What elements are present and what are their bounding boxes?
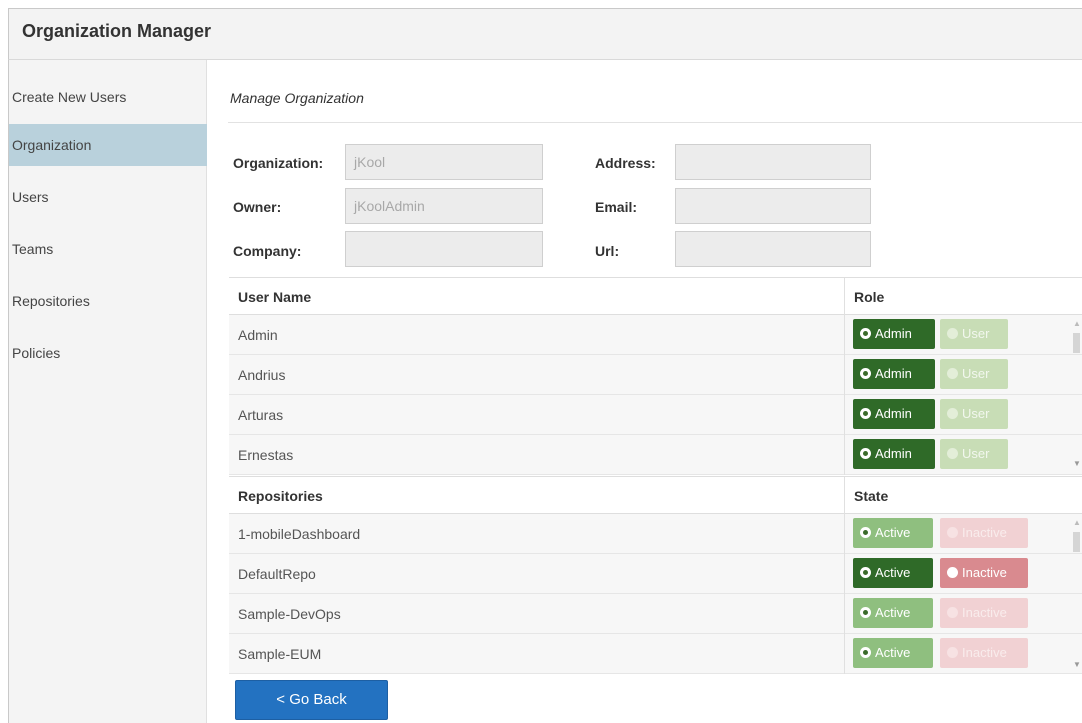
email-label: Email: xyxy=(595,199,638,215)
role-user-toggle[interactable]: User xyxy=(940,439,1008,469)
radio-empty-icon xyxy=(947,368,958,379)
header-bar: Organization Manager xyxy=(8,8,1082,60)
user-name-cell: Arturas xyxy=(238,407,284,423)
radio-empty-icon xyxy=(947,527,958,538)
radio-selected-icon xyxy=(860,448,871,459)
role-user-toggle[interactable]: User xyxy=(940,399,1008,429)
organization-label: Organization: xyxy=(233,155,324,171)
state-inactive-toggle[interactable]: Inactive xyxy=(940,598,1028,628)
scroll-up-icon: ▲ xyxy=(1073,518,1081,527)
sidebar-item-policies[interactable]: Policies xyxy=(9,332,207,374)
user-name-cell: Ernestas xyxy=(238,447,294,463)
state-active-toggle[interactable]: Active xyxy=(853,518,933,548)
sidebar-item-repositories[interactable]: Repositories xyxy=(9,280,207,322)
sidebar-item-organization[interactable]: Organization xyxy=(9,124,207,166)
users-table-header: User Name Role xyxy=(229,277,1082,316)
radio-empty-icon xyxy=(947,328,958,339)
radio-empty-icon xyxy=(947,448,958,459)
users-table: User Name Role Admin Admin User Andrius … xyxy=(229,277,1082,475)
app-title: Organization Manager xyxy=(22,21,212,41)
email-field[interactable] xyxy=(675,188,871,224)
repository-name-cell: DefaultRepo xyxy=(238,566,316,582)
organization-field[interactable]: jKool xyxy=(345,144,543,180)
radio-selected-icon xyxy=(860,567,871,578)
table-row: Arturas Admin User xyxy=(229,395,1082,435)
repositories-scrollbar[interactable]: ▲ ▼ xyxy=(1071,518,1081,676)
page-title: Manage Organization xyxy=(230,90,364,106)
role-admin-toggle[interactable]: Admin xyxy=(853,319,935,349)
scroll-down-icon[interactable]: ▼ xyxy=(1073,660,1081,669)
radio-selected-icon xyxy=(860,647,871,658)
role-admin-toggle[interactable]: Admin xyxy=(853,399,935,429)
user-name-cell: Andrius xyxy=(238,367,286,383)
repositories-table-header: Repositories State xyxy=(229,476,1082,515)
state-inactive-toggle[interactable]: Inactive xyxy=(940,638,1028,668)
sidebar-item-create-new-users[interactable]: Create New Users xyxy=(9,76,207,118)
repositories-column-header: Repositories xyxy=(238,488,323,504)
radio-empty-icon xyxy=(947,408,958,419)
radio-selected-icon xyxy=(860,408,871,419)
scroll-down-icon[interactable]: ▼ xyxy=(1073,459,1081,468)
table-row: Sample-EUM Active Inactive xyxy=(229,634,1082,674)
role-admin-toggle[interactable]: Admin xyxy=(853,359,935,389)
repository-name-cell: Sample-EUM xyxy=(238,646,322,662)
sidebar-item-users[interactable]: Users xyxy=(9,176,207,218)
user-name-cell: Admin xyxy=(238,327,278,343)
company-label: Company: xyxy=(233,243,302,259)
role-admin-toggle[interactable]: Admin xyxy=(853,439,935,469)
repository-name-cell: 1-mobileDashboard xyxy=(238,526,361,542)
table-row: Admin Admin User xyxy=(229,315,1082,355)
table-row: Andrius Admin User xyxy=(229,355,1082,395)
username-column-header: User Name xyxy=(238,289,312,305)
company-field[interactable] xyxy=(345,231,543,267)
radio-selected-icon xyxy=(860,527,871,538)
users-scrollbar[interactable]: ▲ ▼ xyxy=(1071,319,1081,474)
role-column-header: Role xyxy=(854,289,885,305)
address-field[interactable] xyxy=(675,144,871,180)
state-inactive-toggle[interactable]: Inactive xyxy=(940,518,1028,548)
table-row: 1-mobileDashboard Active Inactive xyxy=(229,514,1082,554)
table-row: DefaultRepo Active Inactive xyxy=(229,554,1082,594)
state-inactive-toggle[interactable]: Inactive xyxy=(940,558,1028,588)
radio-selected-icon xyxy=(860,328,871,339)
go-back-button[interactable]: < Go Back xyxy=(235,680,388,720)
radio-empty-icon xyxy=(947,567,958,578)
state-active-toggle[interactable]: Active xyxy=(853,598,933,628)
repository-name-cell: Sample-DevOps xyxy=(238,606,341,622)
role-user-toggle[interactable]: User xyxy=(940,319,1008,349)
repositories-table: Repositories State 1-mobileDashboard Act… xyxy=(229,476,1082,676)
radio-selected-icon xyxy=(860,368,871,379)
title-divider xyxy=(228,122,1082,123)
owner-label: Owner: xyxy=(233,199,282,215)
main-panel: Manage Organization Organization: jKool … xyxy=(208,60,1082,723)
state-active-toggle[interactable]: Active xyxy=(853,638,933,668)
sidebar-item-teams[interactable]: Teams xyxy=(9,228,207,270)
url-label: Url: xyxy=(595,243,620,259)
address-label: Address: xyxy=(595,155,656,171)
sidebar-nav: Create New Users Organization Users Team… xyxy=(9,60,207,723)
table-row: Ernestas Admin User xyxy=(229,435,1082,475)
owner-field[interactable]: jKoolAdmin xyxy=(345,188,543,224)
scroll-up-icon: ▲ xyxy=(1073,319,1081,328)
radio-empty-icon xyxy=(947,607,958,618)
radio-selected-icon xyxy=(860,607,871,618)
state-active-toggle[interactable]: Active xyxy=(853,558,933,588)
url-field[interactable] xyxy=(675,231,871,267)
radio-empty-icon xyxy=(947,647,958,658)
table-row: Sample-DevOps Active Inactive xyxy=(229,594,1082,634)
scrollbar-thumb[interactable] xyxy=(1073,532,1080,552)
role-user-toggle[interactable]: User xyxy=(940,359,1008,389)
scrollbar-thumb[interactable] xyxy=(1073,333,1080,353)
state-column-header: State xyxy=(854,488,889,504)
